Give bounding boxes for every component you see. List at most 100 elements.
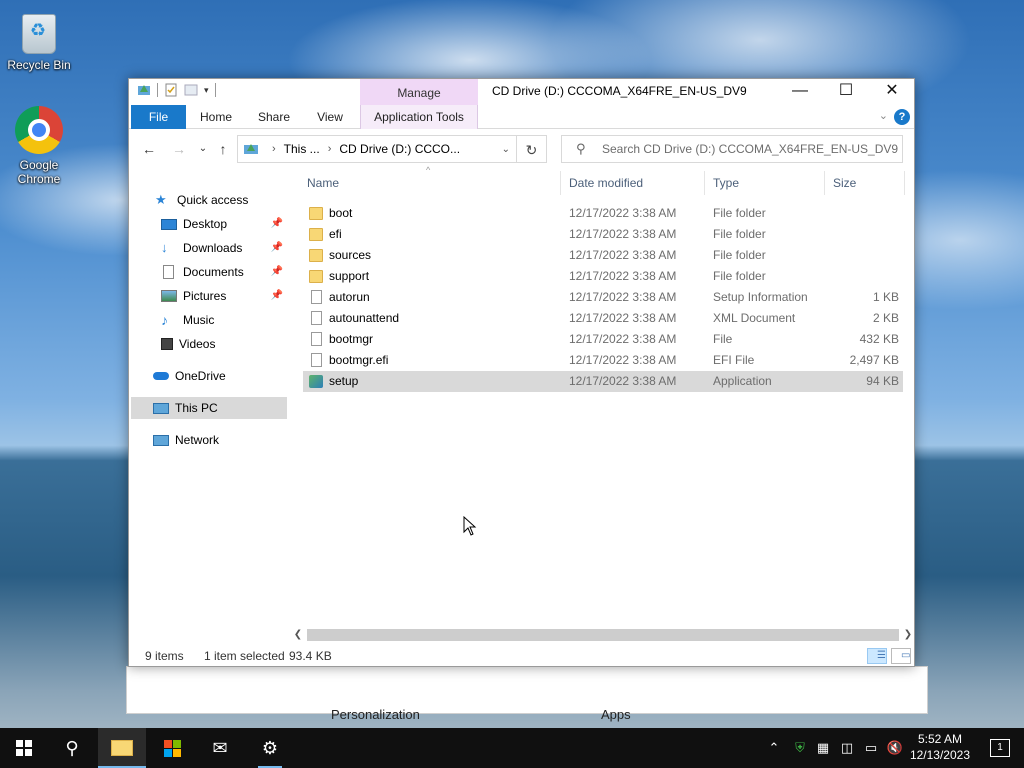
file-date: 12/17/2022 3:38 AM — [569, 248, 677, 262]
desktop-icon-google-chrome[interactable]: Google Chrome — [1, 106, 77, 186]
scrollbar-thumb[interactable] — [307, 629, 899, 641]
back-arrow-icon[interactable]: ← — [139, 139, 159, 159]
pin-icon: 📌 — [270, 242, 283, 253]
selection-size: 93.4 KB — [289, 649, 332, 663]
volume-muted-icon[interactable]: 🔇 — [884, 728, 906, 768]
recent-locations-chevron-icon[interactable]: ⌄ — [193, 139, 213, 159]
nav-item-network[interactable]: Network — [153, 429, 287, 451]
file-row[interactable]: autorun 12/17/2022 3:38 AM Setup Informa… — [303, 287, 903, 308]
file-type: File — [713, 332, 733, 346]
file-type: XML Document — [713, 311, 796, 325]
notification-count: 1 — [997, 742, 1003, 753]
details-view-button[interactable]: ☰ — [867, 648, 887, 664]
file-row[interactable]: autounattend 12/17/2022 3:38 AM XML Docu… — [303, 308, 903, 329]
nav-item-label: Downloads — [183, 241, 243, 255]
properties-icon[interactable] — [164, 83, 178, 97]
nav-item-desktop[interactable]: Desktop 📌 — [161, 213, 287, 235]
file-name: autounattend — [329, 311, 400, 325]
file-date: 12/17/2022 3:38 AM — [569, 206, 677, 220]
nav-item-pictures[interactable]: Pictures 📌 — [161, 285, 287, 307]
file-name: setup — [329, 374, 359, 388]
file-explorer-taskbar-button[interactable] — [98, 728, 146, 768]
pictures-icon — [161, 290, 177, 302]
windows-logo-icon — [16, 740, 32, 756]
scroll-right-arrow-icon[interactable]: ❯ — [901, 627, 915, 643]
forward-arrow-icon[interactable]: → — [169, 139, 189, 159]
tab-share[interactable]: Share — [249, 105, 299, 129]
file-row[interactable]: boot 12/17/2022 3:38 AM File folder — [303, 203, 903, 224]
tab-application-tools[interactable]: Application Tools — [360, 105, 478, 129]
tab-home[interactable]: Home — [191, 105, 241, 129]
close-button[interactable]: ✕ — [869, 79, 915, 103]
camera-icon[interactable]: ◫ — [836, 728, 858, 768]
scroll-left-arrow-icon[interactable]: ❮ — [291, 627, 305, 643]
selection-count: 1 item selected — [204, 649, 285, 663]
search-taskbar-button[interactable]: ⚲ — [48, 728, 96, 768]
breadcrumb-separator-icon: › — [327, 143, 332, 155]
refresh-button[interactable]: ↻ — [517, 135, 547, 163]
customize-toolbar-icon[interactable]: ▾ — [204, 85, 209, 96]
mail-taskbar-button[interactable]: ✉ — [196, 728, 244, 768]
file-name: sources — [329, 248, 372, 262]
file-row[interactable]: support 12/17/2022 3:38 AM File folder — [303, 266, 903, 287]
help-button[interactable]: ? — [894, 109, 910, 125]
expand-ribbon-icon[interactable]: ⌄ — [879, 109, 888, 122]
breadcrumb-separator-icon: › — [272, 143, 276, 155]
file-name: bootmgr — [329, 332, 374, 346]
column-header-date-modified[interactable]: Date modified — [561, 171, 705, 195]
security-shield-icon[interactable]: ⛨ — [790, 728, 810, 768]
column-header-type[interactable]: Type — [705, 171, 825, 195]
file-row[interactable]: bootmgr.efi 12/17/2022 3:38 AM EFI File … — [303, 350, 903, 371]
file-date: 12/17/2022 3:38 AM — [569, 374, 677, 388]
desktop-icon-recycle-bin[interactable]: Recycle Bin — [1, 8, 77, 72]
large-icons-view-button[interactable]: ▭ — [891, 648, 911, 664]
tab-manage[interactable]: Manage — [360, 79, 478, 105]
tab-file[interactable]: File — [131, 105, 186, 129]
clock-time: 5:52 AM — [917, 732, 962, 746]
file-size: 2 KB — [872, 311, 899, 325]
nav-item-this-pc[interactable]: This PC — [131, 397, 287, 419]
new-folder-icon[interactable] — [184, 83, 198, 97]
nav-item-music[interactable]: ♪ Music — [161, 309, 287, 331]
horizontal-scrollbar[interactable]: ❮ ❯ — [289, 627, 915, 643]
nav-item-onedrive[interactable]: OneDrive — [153, 365, 287, 387]
nav-item-quick-access[interactable]: ★ Quick access — [155, 189, 311, 211]
nav-item-documents[interactable]: Documents 📌 — [161, 261, 287, 283]
settings-apps-label[interactable]: Apps — [601, 707, 631, 722]
address-bar[interactable]: › This ... › CD Drive (D:) CCCO... ⌄ — [237, 135, 517, 163]
file-row[interactable]: sources 12/17/2022 3:38 AM File folder — [303, 245, 903, 266]
taskbar-clock[interactable]: 5:52 AM 12/13/2023 — [910, 731, 970, 763]
file-row[interactable]: efi 12/17/2022 3:38 AM File folder — [303, 224, 903, 245]
settings-personalization-label[interactable]: Personalization — [331, 707, 420, 722]
search-box[interactable]: ⚲ Search CD Drive (D:) CCCOMA_X64FRE_EN-… — [561, 135, 903, 163]
breadcrumb-this-pc[interactable]: This ... — [284, 142, 320, 156]
start-button[interactable] — [0, 728, 48, 768]
show-hidden-icons-chevron[interactable]: ⌃ — [764, 728, 784, 768]
address-history-chevron-icon[interactable]: ⌄ — [502, 144, 510, 155]
settings-taskbar-button[interactable]: ⚙ — [246, 728, 294, 768]
search-placeholder: Search CD Drive (D:) CCCOMA_X64FRE_EN-US… — [602, 142, 899, 156]
tab-view[interactable]: View — [307, 105, 353, 129]
network-disconnected-icon[interactable]: ▦ — [812, 728, 834, 768]
nav-item-videos[interactable]: Videos — [161, 333, 287, 355]
column-header-name[interactable]: Name — [299, 171, 561, 195]
file-row-selected[interactable]: setup 12/17/2022 3:38 AM Application 94 … — [303, 371, 903, 392]
file-type: File folder — [713, 269, 766, 283]
title-bar[interactable]: ▾ Manage CD Drive (D:) CCCOMA_X64FRE_EN-… — [129, 79, 914, 105]
store-taskbar-button[interactable] — [148, 728, 196, 768]
file-size: 432 KB — [859, 332, 899, 346]
file-type: EFI File — [713, 353, 755, 367]
nav-item-downloads[interactable]: ↓ Downloads 📌 — [161, 237, 287, 259]
breadcrumb-cd-drive[interactable]: CD Drive (D:) CCCO... — [339, 142, 460, 156]
network-monitor-icon[interactable]: ▭ — [860, 728, 882, 768]
minimize-button[interactable]: — — [777, 79, 823, 103]
navigation-pane: ★ Quick access Desktop 📌 ↓ Downloads 📌 D… — [129, 171, 289, 641]
notification-center-button[interactable]: 1 — [990, 739, 1010, 757]
settings-window-background: Personalization Apps — [126, 666, 928, 722]
up-arrow-icon[interactable]: ↑ — [213, 139, 233, 159]
file-row[interactable]: bootmgr 12/17/2022 3:38 AM File 432 KB — [303, 329, 903, 350]
maximize-button[interactable]: ☐ — [823, 79, 869, 103]
nav-item-label: Pictures — [183, 289, 227, 303]
column-header-size[interactable]: Size — [825, 171, 905, 195]
drive-setup-icon — [138, 85, 150, 95]
